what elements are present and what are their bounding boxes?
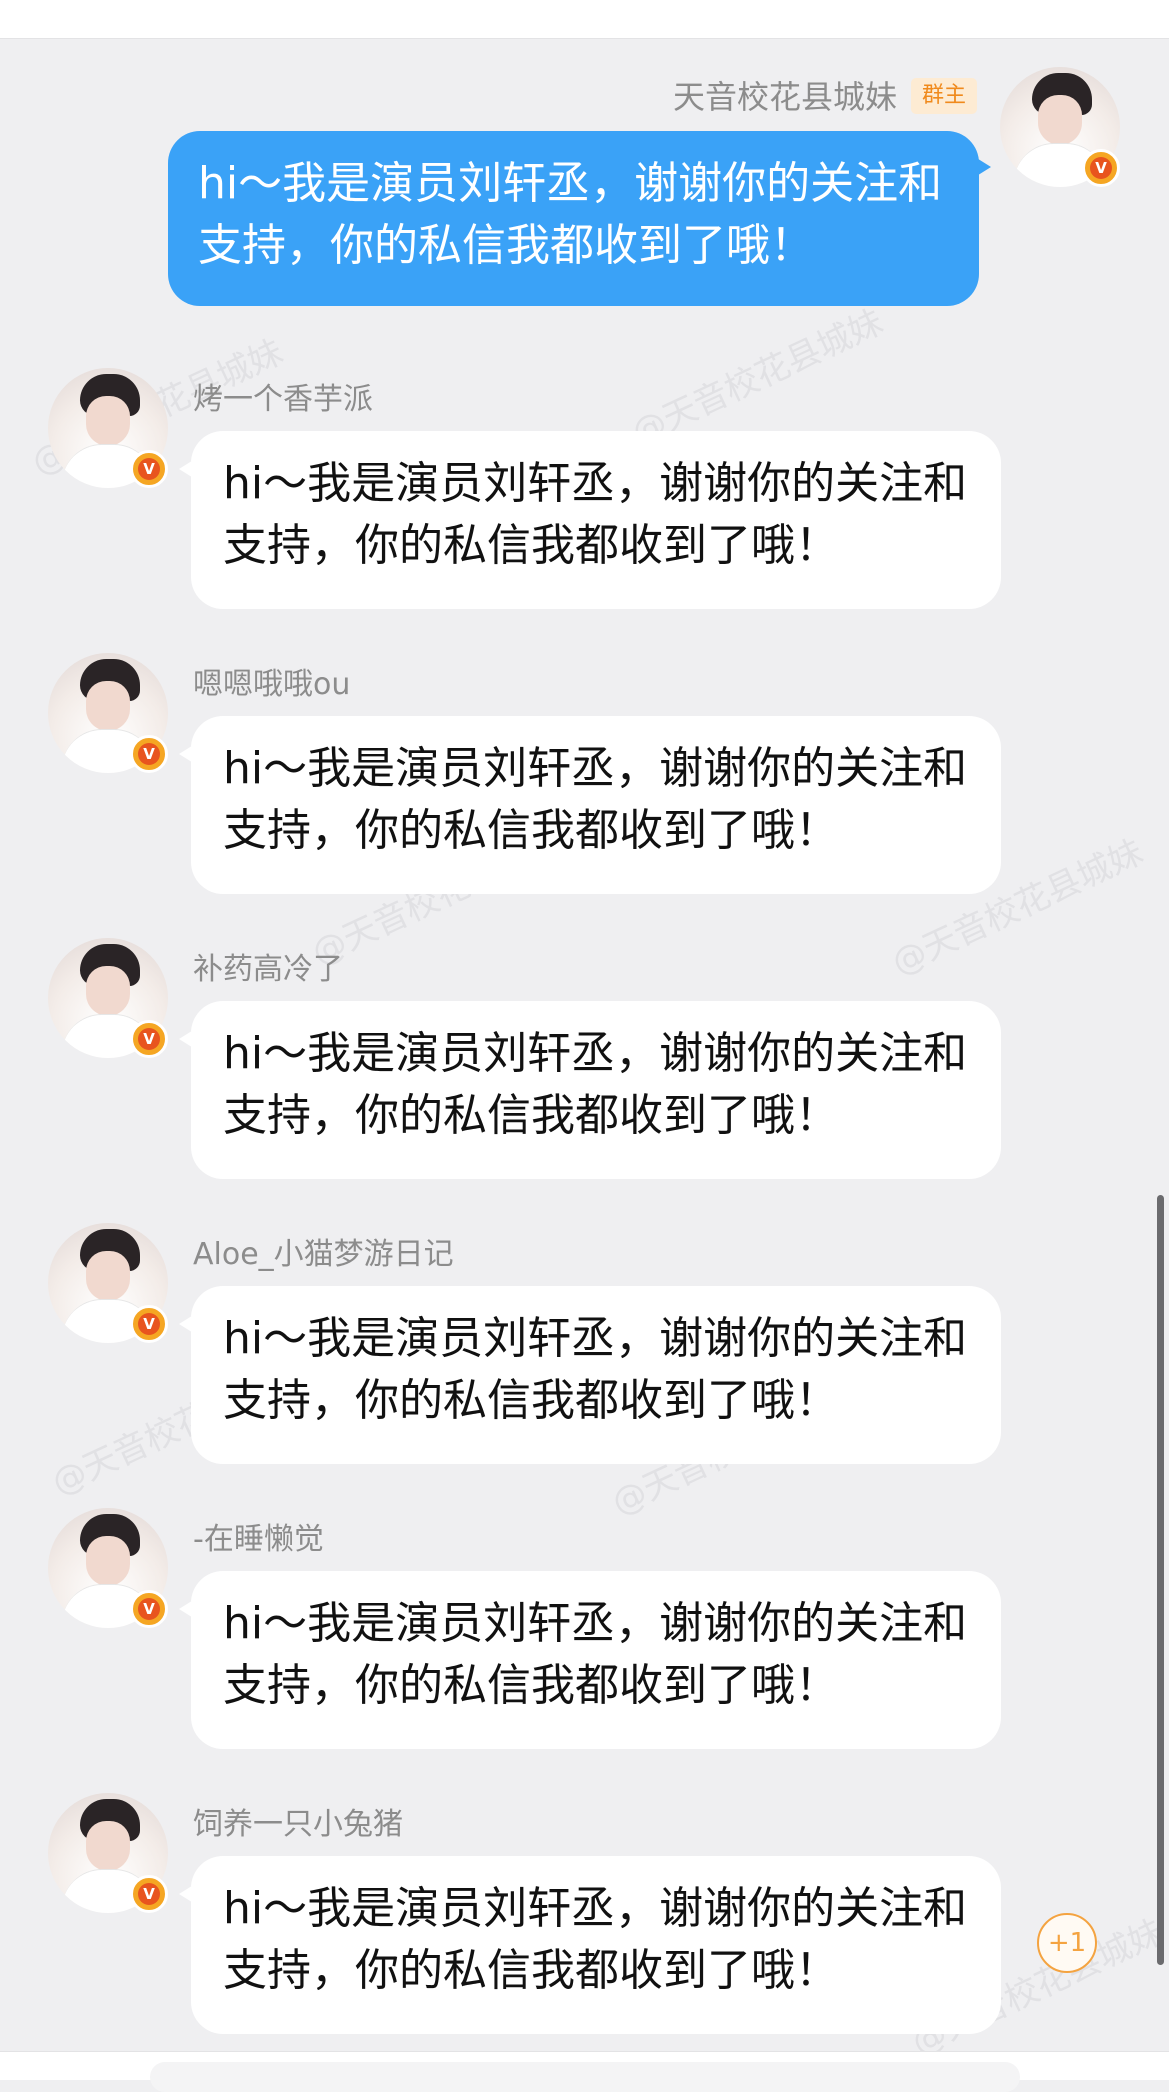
sender-name[interactable]: 嗯嗯哦哦ou xyxy=(193,659,350,703)
message-bubble[interactable]: hi～我是演员刘轩丞，谢谢你的关注和支持，你的私信我都收到了哦！ xyxy=(179,1571,1001,1749)
message-bubble[interactable]: hi～我是演员刘轩丞，谢谢你的关注和支持，你的私信我都收到了哦！ xyxy=(179,716,1001,894)
message-bubble[interactable]: hi～我是演员刘轩丞，谢谢你的关注和支持，你的私信我都收到了哦！ xyxy=(179,431,1001,609)
avatar[interactable]: V xyxy=(1000,67,1120,187)
top-bar xyxy=(0,0,1169,39)
avatar[interactable]: V xyxy=(48,653,168,773)
sender-name[interactable]: 烤一个香芋派 xyxy=(193,374,373,418)
avatar[interactable]: V xyxy=(48,1508,168,1628)
scrollbar[interactable] xyxy=(1157,1195,1164,1965)
avatar[interactable]: V xyxy=(48,368,168,488)
sender-name[interactable]: -在睡懒觉 xyxy=(193,1514,324,1558)
verified-icon: V xyxy=(130,1590,168,1628)
sender-name[interactable]: 补药高冷了 xyxy=(193,944,343,988)
avatar[interactable]: V xyxy=(48,1223,168,1343)
verified-icon: V xyxy=(1082,149,1120,187)
bottom-input-bar xyxy=(0,2051,1169,2092)
message-input[interactable] xyxy=(150,2062,1020,2092)
plus-one-button[interactable]: +1 xyxy=(1037,1913,1097,1973)
sender-name[interactable]: 天音校花县城妹 xyxy=(673,72,897,118)
avatar[interactable]: V xyxy=(48,938,168,1058)
group-owner-badge: 群主 xyxy=(911,78,977,114)
message-bubble[interactable]: hi～我是演员刘轩丞，谢谢你的关注和支持，你的私信我都收到了哦！ xyxy=(179,1286,1001,1464)
message-bubble-sent[interactable]: hi～我是演员刘轩丞，谢谢你的关注和支持，你的私信我都收到了哦！ xyxy=(168,131,991,306)
verified-icon: V xyxy=(130,450,168,488)
verified-icon: V xyxy=(130,1875,168,1913)
message-bubble[interactable]: hi～我是演员刘轩丞，谢谢你的关注和支持，你的私信我都收到了哦！ xyxy=(179,1856,1001,2034)
sender-name[interactable]: Aloe_小猫梦游日记 xyxy=(193,1229,454,1273)
verified-icon: V xyxy=(130,1020,168,1058)
verified-icon: V xyxy=(130,735,168,773)
verified-icon: V xyxy=(130,1305,168,1343)
avatar[interactable]: V xyxy=(48,1793,168,1913)
sender-name[interactable]: 饲养一只小兔猪 xyxy=(193,1799,403,1843)
message-bubble[interactable]: hi～我是演员刘轩丞，谢谢你的关注和支持，你的私信我都收到了哦！ xyxy=(179,1001,1001,1179)
